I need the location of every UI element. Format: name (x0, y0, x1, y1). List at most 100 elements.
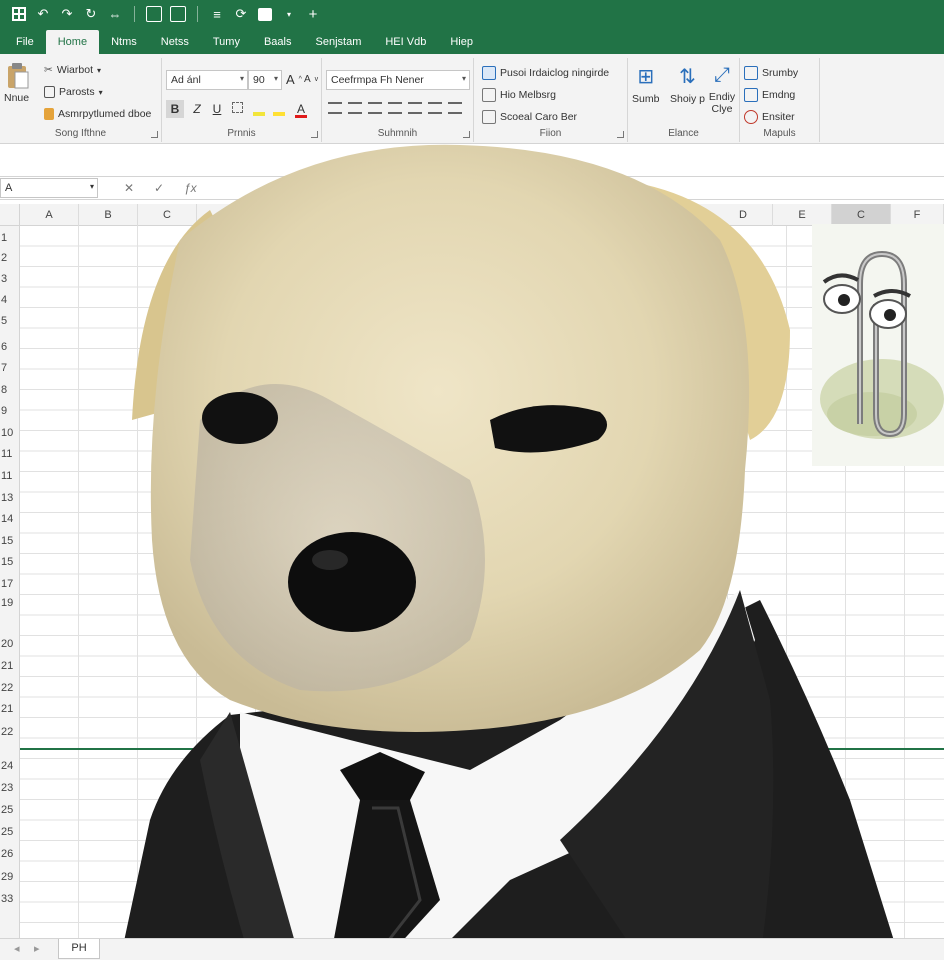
dialog-launcher-icon[interactable] (151, 131, 158, 138)
tab-help[interactable]: Hiep (438, 30, 485, 54)
copy-button[interactable]: Parosts ▾ (44, 86, 103, 98)
sum-button[interactable]: ⊞ Sumb (632, 64, 659, 105)
tab-home[interactable]: Home (45, 30, 100, 54)
column-header[interactable]: B (79, 204, 138, 226)
layout-icon[interactable] (169, 5, 187, 23)
dialog-launcher-icon[interactable] (617, 131, 624, 138)
cell-grid[interactable] (20, 226, 944, 938)
save-icon[interactable] (145, 5, 163, 23)
column-header[interactable]: D (714, 204, 773, 226)
find-button[interactable]: ⤢ Endiy Clye (708, 64, 736, 115)
merge-icon[interactable] (448, 102, 462, 114)
row-header[interactable]: 1 (0, 232, 20, 244)
cancel-icon[interactable]: ✕ (124, 181, 134, 195)
tab-formulas[interactable]: Baals (252, 30, 304, 54)
redo-icon[interactable]: ↷ (58, 5, 76, 23)
column-header[interactable]: C (832, 204, 891, 226)
align-right-icon[interactable] (368, 102, 382, 114)
row-header[interactable]: 25 (0, 804, 20, 816)
column-header[interactable]: A (20, 204, 79, 226)
align-center-icon[interactable] (348, 102, 362, 114)
tab-page-layout[interactable]: Tumy (201, 30, 252, 54)
excel-logo-icon[interactable] (10, 5, 28, 23)
grow-font-button[interactable]: A ^ (286, 72, 302, 87)
row-header[interactable]: 22 (0, 682, 20, 694)
row-header[interactable]: 29 (0, 871, 20, 883)
cut-button[interactable]: ✂ Wiarbot ▾ (44, 64, 101, 76)
row-header[interactable]: 7 (0, 362, 20, 374)
italic-button[interactable]: Z (188, 100, 206, 118)
borders-icon[interactable] (228, 100, 246, 118)
row-header[interactable]: 33 (0, 893, 20, 905)
wrap-text-icon[interactable] (428, 102, 442, 114)
column-header[interactable]: F (891, 204, 944, 226)
row-header[interactable]: 11 (0, 448, 20, 460)
clippy-assistant[interactable] (812, 224, 944, 466)
row-header[interactable]: 26 (0, 848, 20, 860)
tab-file[interactable]: File (4, 30, 46, 54)
row-header[interactable]: 2 (0, 252, 20, 264)
row-header[interactable]: 5 (0, 315, 20, 327)
delete-cells-button[interactable]: Emdng (744, 88, 795, 102)
row-header[interactable]: 11 (0, 470, 20, 482)
next-sheet-icon[interactable]: ▸ (34, 942, 40, 955)
autosave-icon[interactable]: ≡ (208, 5, 226, 23)
row-header[interactable]: 14 (0, 513, 20, 525)
row-header[interactable]: 13 (0, 492, 20, 504)
format-cells-button[interactable]: Ensiter (744, 110, 795, 124)
row-header[interactable]: 3 (0, 273, 20, 285)
row-header[interactable]: 9 (0, 405, 20, 417)
undo-icon[interactable]: ↶ (34, 5, 52, 23)
sheet-tab[interactable]: PH (58, 939, 100, 959)
font-size-select[interactable]: 90 ▾ (248, 70, 282, 90)
add-icon[interactable]: + (304, 5, 322, 23)
bold-button[interactable]: B (166, 100, 184, 118)
format-painter-button[interactable]: Asmrpytlumed dboe (44, 108, 151, 120)
increase-indent-icon[interactable] (408, 102, 422, 114)
tab-insert[interactable]: Ntms (99, 30, 149, 54)
name-box[interactable]: A ▾ (0, 178, 98, 198)
row-header[interactable]: 15 (0, 556, 20, 568)
row-header[interactable]: 21 (0, 660, 20, 672)
comment-icon[interactable] (256, 5, 274, 23)
row-header[interactable]: 8 (0, 384, 20, 396)
row-header[interactable]: 10 (0, 427, 20, 439)
select-all-corner[interactable] (0, 204, 20, 226)
prev-sheet-icon[interactable]: ◂ (14, 942, 20, 955)
enter-icon[interactable]: ✓ (154, 181, 164, 195)
format-as-table-button[interactable]: Hio Melbsrg (482, 88, 556, 102)
cell-styles-button[interactable]: Scoeal Caro Ber (482, 110, 577, 124)
refresh-icon[interactable]: ⟳ (232, 5, 250, 23)
tab-data[interactable]: Senjstam (304, 30, 374, 54)
font-name-select[interactable]: Ad ánl ▾ (166, 70, 248, 90)
row-header[interactable]: 4 (0, 294, 20, 306)
dropdown-icon[interactable]: ▾ (280, 5, 298, 23)
row-header[interactable]: 25 (0, 826, 20, 838)
touch-mode-icon[interactable]: ⇔ (106, 5, 124, 23)
conditional-formatting-button[interactable]: Pusoi Irdaiclog ningirde (482, 66, 609, 80)
row-header[interactable]: 20 (0, 638, 20, 650)
shrink-font-button[interactable]: Av (304, 74, 318, 85)
decrease-indent-icon[interactable] (388, 102, 402, 114)
row-header[interactable]: 15 (0, 535, 20, 547)
underline-button[interactable]: U (208, 100, 226, 118)
paste-button[interactable]: Nnue (4, 62, 29, 104)
highlight-icon[interactable] (270, 100, 288, 118)
align-left-icon[interactable] (328, 102, 342, 114)
function-icon[interactable]: ƒx (184, 181, 197, 195)
dialog-launcher-icon[interactable] (311, 131, 318, 138)
row-header[interactable]: 19 (0, 597, 20, 609)
font-color-icon[interactable]: A (292, 100, 310, 118)
column-header[interactable]: E (773, 204, 832, 226)
row-header[interactable]: 21 (0, 703, 20, 715)
row-header[interactable]: 17 (0, 578, 20, 590)
repeat-icon[interactable]: ↻ (82, 5, 100, 23)
style-select[interactable]: Ceefrmpa Fh Nener ▾ (326, 70, 470, 90)
tab-review[interactable]: HEI Vdb (373, 30, 438, 54)
row-header[interactable]: 6 (0, 341, 20, 353)
column-header[interactable]: C (138, 204, 197, 226)
row-header[interactable]: 23 (0, 782, 20, 794)
sort-button[interactable]: ⇅ Shoiy p (670, 64, 705, 105)
tab-draw[interactable]: Netss (149, 30, 201, 54)
insert-cells-button[interactable]: Srumby (744, 66, 798, 80)
